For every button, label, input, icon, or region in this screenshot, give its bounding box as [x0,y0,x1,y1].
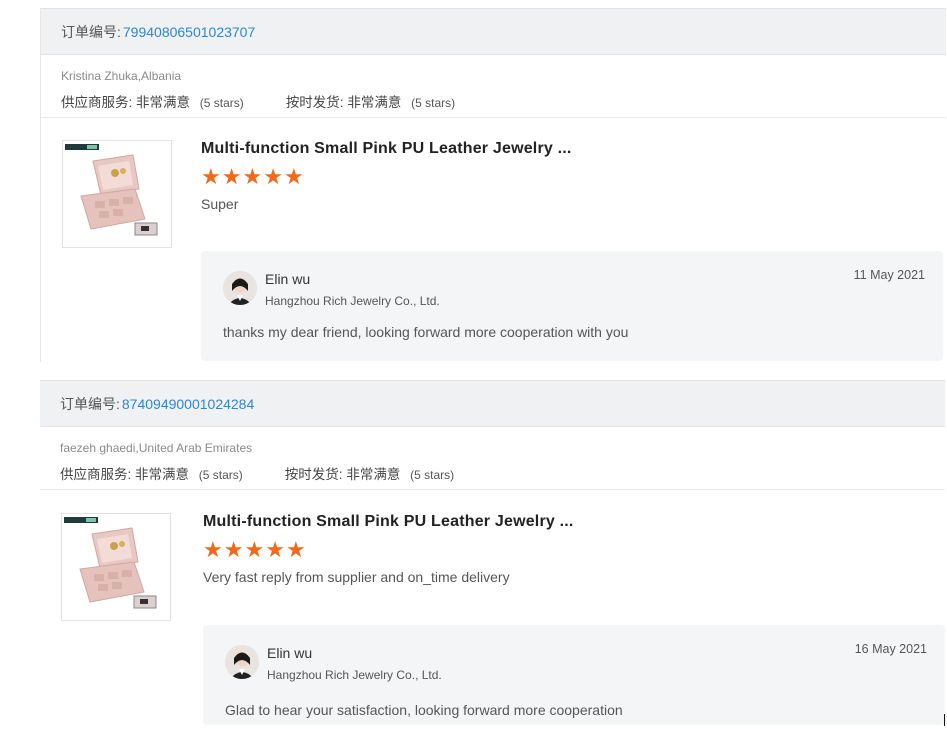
buyer-info: Kristina Zhuka,Albania 供应商服务: 非常满意 (5 st… [41,55,946,118]
text-cursor [944,714,945,726]
delivery-label: 按时发货: [284,467,343,482]
star-icon: ★ [265,537,285,562]
avatar-image [225,645,259,679]
delivery-value: 非常满意 [347,95,402,110]
order-label: 订单编号: [61,23,121,40]
review-comment: Super [201,196,239,212]
review-content: Multi-function Small Pink PU Leather Jew… [203,513,574,585]
reply-date: 11 May 2021 [853,268,925,282]
review-content: Multi-function Small Pink PU Leather Jew… [201,140,572,212]
reply-company-name: Hangzhou Rich Jewelry Co., Ltd. [265,294,440,308]
star-icon: ★ [242,164,263,189]
reply-author-name: Elin wu [267,645,313,661]
on-time-delivery-rating: 按时发货: 非常满意 (5 stars) [285,463,454,483]
order-number-link[interactable]: 79940806501023707 [123,24,255,40]
delivery-label: 按时发货: [285,95,344,110]
reply-author-name: Elin wu [265,271,311,287]
supplier-reply: Elin wu Hangzhou Rich Jewelry Co., Ltd. … [201,251,943,361]
star-icon: ★ [263,164,283,189]
on-time-delivery-rating: 按时发货: 非常满意 (5 stars) [286,91,455,111]
star-icon: ★ [285,537,306,562]
supplier-service-label: 供应商服务: [61,95,133,110]
star-icon: ★ [203,537,223,562]
star-icon: ★ [221,164,242,189]
supplier-reply: Elin wu Hangzhou Rich Jewelry Co., Ltd. … [203,625,945,725]
supplier-service-rating: 供应商服务: 非常满意 (5 stars) [61,91,244,111]
order-number-link[interactable]: 87409490001024284 [122,396,254,412]
supplier-service-stars: (5 stars) [198,468,243,482]
review-card: 订单编号: 79940806501023707 Kristina Zhuka,A… [40,8,946,362]
order-label: 订单编号: [60,395,120,412]
avatar-image [223,271,257,305]
reply-text: thanks my dear friend, looking forward m… [223,324,629,340]
review-card: 订单编号: 87409490001024284 faezeh ghaedi,Un… [40,380,945,729]
jewelry-box-image [62,514,170,620]
product-thumbnail[interactable] [62,140,172,248]
delivery-stars: (5 stars) [411,96,456,110]
product-title-link[interactable]: Multi-function Small Pink PU Leather Jew… [201,140,572,158]
order-header: 订单编号: 79940806501023707 [41,8,946,55]
avatar [223,271,257,305]
reply-date: 16 May 2021 [854,642,927,656]
buyer-name: faezeh ghaedi,United Arab Emirates [60,441,253,455]
reply-text: Glad to hear your satisfaction, looking … [225,702,623,718]
buyer-name: Kristina Zhuka,Albania [61,69,182,83]
supplier-service-value: 非常满意 [136,95,191,110]
star-rating: ★ ★ ★ ★ ★ [203,539,574,561]
ratings-row: 供应商服务: 非常满意 (5 stars) 按时发货: 非常满意 (5 star… [61,91,926,111]
avatar [225,645,259,679]
order-header: 订单编号: 87409490001024284 [40,380,945,427]
supplier-service-value: 非常满意 [135,467,190,482]
delivery-stars: (5 stars) [410,468,455,482]
ratings-row: 供应商服务: 非常满意 (5 stars) 按时发货: 非常满意 (5 star… [60,463,925,483]
star-icon: ★ [223,537,244,562]
jewelry-box-image [63,141,171,247]
reply-company-name: Hangzhou Rich Jewelry Co., Ltd. [267,668,442,682]
delivery-value: 非常满意 [346,467,401,482]
review-comment: Very fast reply from supplier and on_tim… [203,569,510,585]
supplier-service-rating: 供应商服务: 非常满意 (5 stars) [60,463,243,483]
product-thumbnail[interactable] [61,513,171,621]
star-icon: ★ [201,164,221,189]
supplier-service-label: 供应商服务: [60,467,132,482]
buyer-info: faezeh ghaedi,United Arab Emirates 供应商服务… [40,427,945,490]
star-icon: ★ [283,164,304,189]
star-rating: ★ ★ ★ ★ ★ [201,166,572,188]
supplier-service-stars: (5 stars) [199,96,244,110]
star-icon: ★ [244,537,265,562]
product-title-link[interactable]: Multi-function Small Pink PU Leather Jew… [203,513,574,531]
